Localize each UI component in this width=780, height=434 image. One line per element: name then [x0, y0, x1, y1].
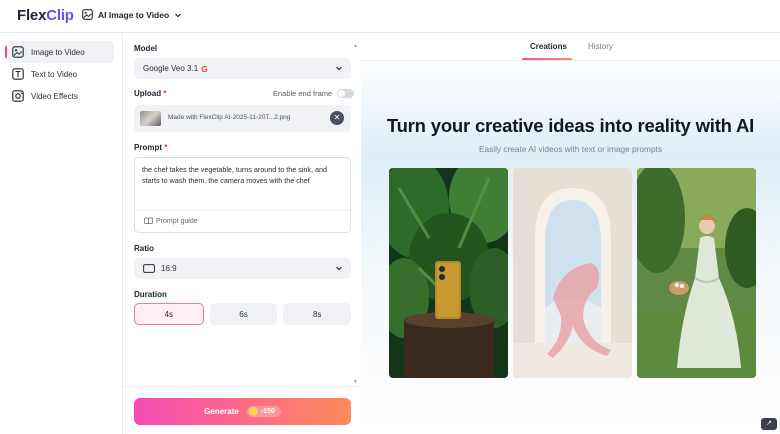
- example-image-chair[interactable]: [513, 168, 632, 378]
- hero-title: Turn your creative ideas into reality wi…: [386, 115, 755, 136]
- expand-icon[interactable]: ↗: [761, 418, 777, 430]
- example-image-woman[interactable]: [637, 168, 756, 378]
- model-value: Google Veo 3.1: [143, 64, 199, 73]
- model-label: Model: [134, 44, 158, 53]
- ratio-label: Ratio: [134, 244, 154, 253]
- end-frame-toggle[interactable]: [337, 89, 355, 98]
- prompt-textarea[interactable]: the chef takes the vegetable, turns arou…: [134, 157, 351, 233]
- hero-subtitle: Easily create AI videos with text or ima…: [478, 144, 663, 154]
- duration-option-8s[interactable]: 8s: [283, 303, 352, 325]
- prompt-guide-link[interactable]: Prompt guide: [144, 217, 198, 225]
- credit-cost-badge: -150: [246, 406, 281, 417]
- scroll-up-arrow[interactable]: ▲: [353, 43, 358, 49]
- text-video-icon: [12, 68, 24, 80]
- video-effects-icon: [12, 90, 24, 102]
- prompt-label: Prompt *: [134, 143, 168, 152]
- sidebar-item-image-to-video[interactable]: Image to Video: [5, 41, 114, 63]
- coin-icon: [248, 407, 258, 416]
- example-image-phone[interactable]: [389, 168, 508, 378]
- upload-label: Upload *: [134, 89, 167, 98]
- prompt-guide-label: Prompt guide: [156, 217, 198, 225]
- ratio-value: 16:9: [161, 264, 177, 273]
- generate-button[interactable]: Generate -150: [134, 398, 351, 425]
- top-bar: FlexClip AI Image to Video: [0, 0, 780, 33]
- main-area: Creations History Turn your creative ide…: [361, 34, 780, 434]
- image-video-icon: [12, 46, 24, 58]
- uploaded-image-thumbnail: [140, 111, 161, 126]
- sidebar-item-label: Video Effects: [31, 91, 78, 101]
- panel-footer-divider: [124, 386, 361, 387]
- image-video-icon: [82, 9, 93, 20]
- sidebar-item-text-to-video[interactable]: Text to Video: [6, 63, 114, 85]
- tool-selector[interactable]: AI Image to Video: [82, 9, 182, 20]
- sidebar-item-label: Image to Video: [31, 47, 85, 57]
- divider: [135, 210, 350, 211]
- google-icon: G: [201, 63, 208, 74]
- generate-label: Generate: [204, 407, 239, 416]
- uploaded-file-name: Made with FlexClip AI-2025-11-20T...2.pn…: [168, 114, 291, 121]
- chevron-down-icon: [336, 66, 342, 71]
- remove-file-button[interactable]: ✕: [330, 111, 344, 125]
- model-select[interactable]: Google Veo 3.1 G: [134, 58, 351, 79]
- scroll-down-arrow[interactable]: ▼: [353, 379, 358, 385]
- garden-woman-illustration: [637, 168, 756, 378]
- credit-cost: -150: [260, 408, 275, 415]
- prompt-text: the chef takes the vegetable, turns arou…: [142, 165, 328, 185]
- end-frame-label: Enable end frame: [273, 89, 333, 98]
- active-tab-indicator: [522, 58, 572, 60]
- duration-label: Duration: [134, 290, 167, 299]
- uploaded-file[interactable]: Made with FlexClip AI-2025-11-20T...2.pn…: [134, 105, 351, 132]
- chevron-down-icon: [336, 266, 342, 271]
- sidebar: Image to Video Text to Video Video Effec…: [0, 34, 123, 434]
- tool-selector-label: AI Image to Video: [98, 9, 170, 20]
- duration-options: 4s 6s 8s: [134, 303, 352, 325]
- aspect-ratio-icon: [143, 264, 155, 273]
- ratio-select[interactable]: 16:9: [134, 258, 351, 279]
- sidebar-item-label: Text to Video: [31, 69, 78, 79]
- phone-plant-illustration: [389, 168, 508, 378]
- duration-option-4s[interactable]: 4s: [134, 303, 204, 325]
- duration-option-6s[interactable]: 6s: [209, 303, 278, 325]
- tabs-bar: Creations History: [361, 34, 780, 61]
- end-frame-option: Enable end frame: [273, 89, 355, 98]
- tab-creations[interactable]: Creations: [530, 42, 567, 51]
- sidebar-item-video-effects[interactable]: Video Effects: [6, 85, 114, 107]
- chair-arch-illustration: [513, 168, 632, 378]
- book-icon: [144, 217, 153, 225]
- settings-panel: ▲ Model Google Veo 3.1 G Upload * Enable…: [124, 34, 361, 434]
- tab-history[interactable]: History: [588, 42, 613, 51]
- flexclip-logo[interactable]: FlexClip: [17, 7, 74, 24]
- chevron-down-icon: [175, 13, 182, 17]
